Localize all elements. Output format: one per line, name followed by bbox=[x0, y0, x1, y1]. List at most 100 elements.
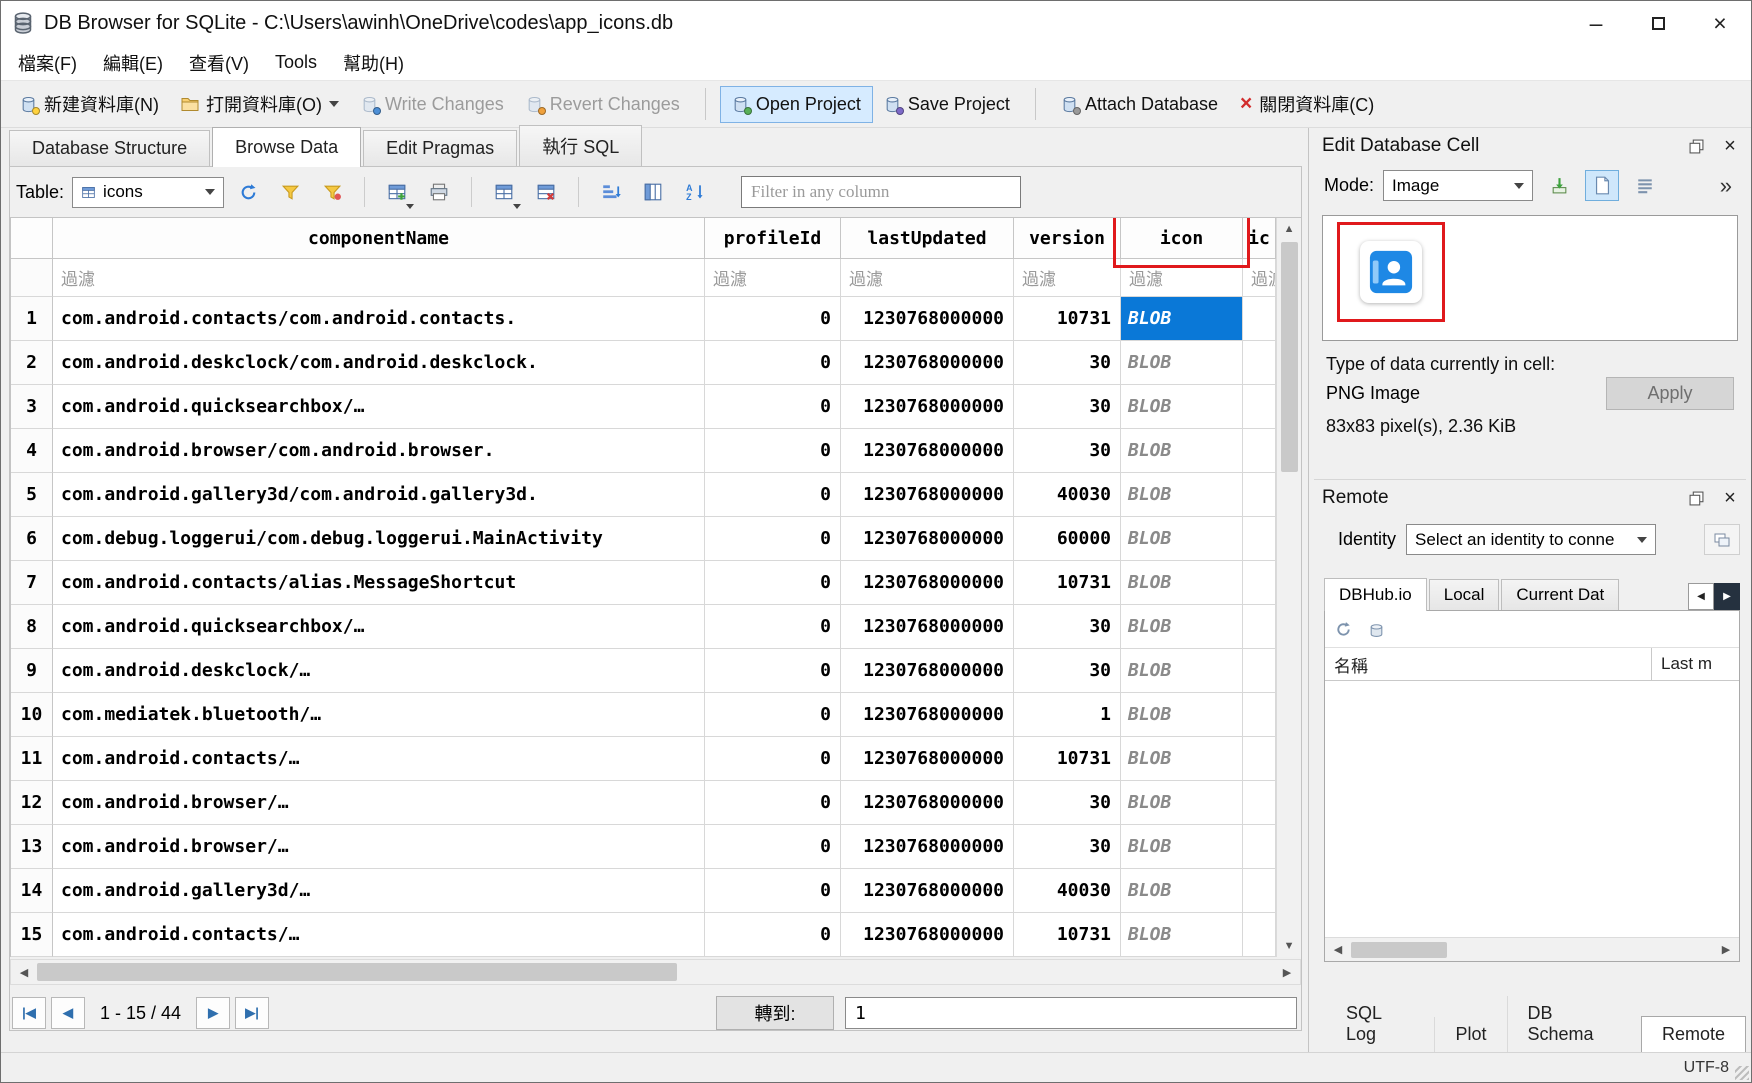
column-header-clipped[interactable]: ic bbox=[1243, 218, 1276, 259]
componentname-cell[interactable]: com.android.deskclock/… bbox=[53, 649, 705, 693]
lastupdated-cell[interactable]: 1230768000000 bbox=[841, 429, 1014, 473]
clipped-cell[interactable] bbox=[1243, 605, 1276, 649]
profileid-cell[interactable]: 0 bbox=[705, 781, 841, 825]
componentname-cell[interactable]: com.android.deskclock/com.android.deskcl… bbox=[53, 341, 705, 385]
clipped-cell[interactable] bbox=[1243, 297, 1276, 341]
profileid-cell[interactable]: 0 bbox=[705, 869, 841, 913]
version-cell[interactable]: 40030 bbox=[1014, 869, 1121, 913]
clipped-cell[interactable] bbox=[1243, 649, 1276, 693]
open-project-button[interactable]: Open Project bbox=[720, 86, 873, 123]
maximize-button[interactable] bbox=[1627, 1, 1689, 45]
lastupdated-cell[interactable]: 1230768000000 bbox=[841, 781, 1014, 825]
lastupdated-cell[interactable]: 1230768000000 bbox=[841, 605, 1014, 649]
close-panel-button[interactable]: × bbox=[1718, 486, 1742, 510]
icon-cell[interactable]: BLOB bbox=[1121, 649, 1243, 693]
scroll-up-icon[interactable]: ▲ bbox=[1277, 218, 1301, 240]
mode-select[interactable]: Image bbox=[1383, 170, 1533, 201]
scroll-down-icon[interactable]: ▼ bbox=[1277, 935, 1301, 957]
tab-local[interactable]: Local bbox=[1429, 579, 1500, 610]
scroll-left-icon[interactable]: ◀ bbox=[11, 960, 37, 984]
tab-execute-sql[interactable]: 執行 SQL bbox=[519, 125, 642, 166]
clipped-cell[interactable] bbox=[1243, 737, 1276, 781]
filter-button[interactable] bbox=[272, 174, 308, 210]
clipped-cell[interactable] bbox=[1243, 341, 1276, 385]
menu-view[interactable]: 查看(V) bbox=[176, 45, 262, 80]
scroll-right-icon[interactable]: ▶ bbox=[1713, 938, 1739, 961]
clipped-cell[interactable] bbox=[1243, 517, 1276, 561]
clear-filter-button[interactable] bbox=[314, 174, 350, 210]
refresh-button[interactable] bbox=[230, 174, 266, 210]
lastupdated-cell[interactable]: 1230768000000 bbox=[841, 649, 1014, 693]
icon-cell[interactable]: BLOB bbox=[1121, 341, 1243, 385]
tab-browse-data[interactable]: Browse Data bbox=[212, 127, 361, 167]
componentname-cell[interactable]: com.android.gallery3d/… bbox=[53, 869, 705, 913]
tab-remote[interactable]: Remote bbox=[1641, 1016, 1746, 1052]
scroll-right-icon[interactable]: ▶ bbox=[1274, 960, 1300, 984]
row-number-cell[interactable]: 9 bbox=[11, 649, 53, 693]
row-number-cell[interactable]: 4 bbox=[11, 429, 53, 473]
lastupdated-cell[interactable]: 1230768000000 bbox=[841, 693, 1014, 737]
icon-cell-selected[interactable]: BLOB bbox=[1121, 297, 1243, 341]
apply-button[interactable]: Apply bbox=[1606, 377, 1734, 410]
version-cell[interactable]: 40030 bbox=[1014, 473, 1121, 517]
version-cell[interactable]: 30 bbox=[1014, 825, 1121, 869]
version-cell[interactable]: 10731 bbox=[1014, 297, 1121, 341]
version-cell[interactable]: 1 bbox=[1014, 693, 1121, 737]
next-record-button[interactable]: ▶ bbox=[196, 997, 230, 1029]
lastupdated-cell[interactable]: 1230768000000 bbox=[841, 297, 1014, 341]
minimize-button[interactable]: – bbox=[1565, 1, 1627, 45]
menu-edit[interactable]: 編輯(E) bbox=[90, 45, 176, 80]
clone-database-button[interactable] bbox=[1704, 524, 1740, 555]
filter-clipped[interactable]: 過濾 bbox=[1243, 259, 1276, 297]
write-changes-button[interactable]: Write Changes bbox=[350, 87, 515, 122]
profileid-cell[interactable]: 0 bbox=[705, 825, 841, 869]
close-database-button[interactable]: × 關閉資料庫(C) bbox=[1229, 84, 1385, 124]
last-record-button[interactable]: ▶| bbox=[235, 997, 269, 1029]
lastupdated-cell[interactable]: 1230768000000 bbox=[841, 517, 1014, 561]
filter-icon[interactable]: 過濾 bbox=[1121, 259, 1243, 297]
duplicate-record-button[interactable] bbox=[486, 174, 522, 210]
open-database-dropdown-icon[interactable] bbox=[329, 101, 339, 107]
componentname-cell[interactable]: com.android.contacts/alias.MessageShortc… bbox=[53, 561, 705, 605]
icon-cell[interactable]: BLOB bbox=[1121, 825, 1243, 869]
componentname-cell[interactable]: com.android.browser/com.android.browser. bbox=[53, 429, 705, 473]
version-cell[interactable]: 30 bbox=[1014, 429, 1121, 473]
row-number-cell[interactable]: 13 bbox=[11, 825, 53, 869]
close-panel-button[interactable]: × bbox=[1718, 134, 1742, 158]
tab-plot[interactable]: Plot bbox=[1434, 1017, 1506, 1052]
version-cell[interactable]: 10731 bbox=[1014, 561, 1121, 605]
lastupdated-cell[interactable]: 1230768000000 bbox=[841, 825, 1014, 869]
tab-db-schema[interactable]: DB Schema bbox=[1507, 996, 1641, 1052]
row-number-cell[interactable]: 10 bbox=[11, 693, 53, 737]
profileid-cell[interactable]: 0 bbox=[705, 517, 841, 561]
remote-file-list[interactable] bbox=[1325, 681, 1739, 937]
profileid-cell[interactable]: 0 bbox=[705, 297, 841, 341]
row-number-cell[interactable]: 12 bbox=[11, 781, 53, 825]
row-number-cell[interactable]: 8 bbox=[11, 605, 53, 649]
clipped-cell[interactable] bbox=[1243, 913, 1276, 957]
encoding-indicator[interactable]: UTF-8 bbox=[1684, 1059, 1729, 1077]
clipped-cell[interactable] bbox=[1243, 825, 1276, 869]
goto-record-input[interactable] bbox=[845, 997, 1297, 1029]
toolbar-overflow-button[interactable]: » bbox=[1720, 173, 1738, 199]
row-number-cell[interactable]: 11 bbox=[11, 737, 53, 781]
resize-grip[interactable] bbox=[1735, 1066, 1749, 1080]
profileid-cell[interactable]: 0 bbox=[705, 913, 841, 957]
float-panel-button[interactable] bbox=[1684, 486, 1708, 510]
first-record-button[interactable]: |◀ bbox=[12, 997, 46, 1029]
text-view-button[interactable] bbox=[1585, 170, 1619, 201]
column-header-icon[interactable]: icon bbox=[1121, 218, 1243, 259]
clipped-cell[interactable] bbox=[1243, 781, 1276, 825]
version-cell[interactable]: 30 bbox=[1014, 341, 1121, 385]
profileid-cell[interactable]: 0 bbox=[705, 385, 841, 429]
attach-database-button[interactable]: Attach Database bbox=[1050, 87, 1229, 122]
componentname-cell[interactable]: com.android.contacts/… bbox=[53, 913, 705, 957]
componentname-cell[interactable]: com.android.quicksearchbox/… bbox=[53, 605, 705, 649]
tab-current-database[interactable]: Current Dat bbox=[1501, 579, 1619, 610]
remote-horizontal-scrollbar[interactable]: ◀ ▶ bbox=[1325, 937, 1739, 961]
revert-changes-button[interactable]: Revert Changes bbox=[515, 87, 691, 122]
vertical-scrollbar-thumb[interactable] bbox=[1281, 242, 1298, 472]
sort-asc-button[interactable] bbox=[593, 174, 629, 210]
sort-az-button[interactable]: AZ bbox=[677, 174, 713, 210]
clipped-cell[interactable] bbox=[1243, 693, 1276, 737]
